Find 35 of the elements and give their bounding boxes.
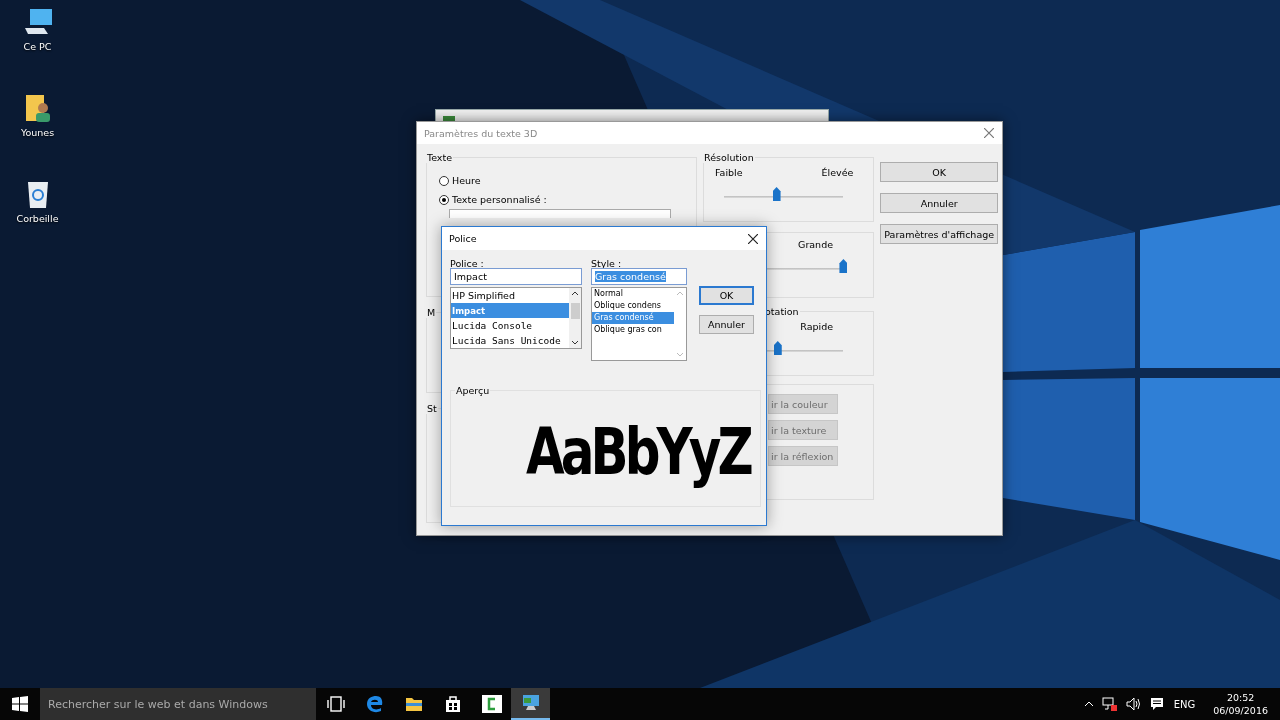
field-label: Police : [450, 258, 485, 270]
slider-label: Grande [798, 239, 834, 250]
slider-label: Faible [715, 167, 743, 178]
group-label: Aperçu [455, 386, 491, 396]
radio-label[interactable]: Texte personnalisé : [452, 194, 547, 205]
list-item[interactable]: Normal [592, 288, 674, 300]
desktop-icon-label[interactable]: Ce PC [23, 41, 52, 52]
dialog-button[interactable]: OK [699, 286, 754, 305]
dialog-button[interactable]: Paramètres d'affichage [880, 224, 998, 244]
group-label: St [426, 403, 438, 414]
list-item[interactable]: Lucida Sans Unicode [451, 333, 569, 348]
slider-label: Élevée [821, 167, 854, 178]
desktop-icon-label[interactable]: Corbeille [16, 213, 59, 224]
search-field[interactable]: Rechercher sur le web et dans Windows [40, 688, 316, 720]
dialog-button[interactable]: Annuler [699, 315, 754, 334]
window-title: Police [449, 233, 477, 244]
field-label: Style : [591, 258, 623, 270]
group-label: Texte [426, 152, 454, 163]
clock[interactable]: 20:52 06/09/2016 [1213, 691, 1268, 717]
group-label: Résolution [703, 152, 755, 163]
list-item[interactable]: HP Simplified [451, 288, 569, 303]
group-label: otation [764, 306, 800, 317]
window-title: Paramètres du texte 3D [424, 127, 538, 139]
group-label: M [426, 307, 437, 318]
input-field[interactable]: Impact [450, 268, 582, 285]
font-sample: AaBbYyZ [526, 415, 750, 489]
list-item[interactable]: Oblique condens [592, 300, 674, 312]
slider-label: Rapide [800, 321, 834, 332]
list-item[interactable]: Oblique gras con [592, 324, 674, 336]
language-indicator[interactable]: ENG [1173, 698, 1196, 710]
dialog-button[interactable]: Annuler [880, 193, 998, 213]
radio-label[interactable]: Heure [452, 175, 481, 186]
list-item[interactable]: Lucida Console [451, 318, 569, 333]
desktop-icon-label[interactable]: Younes [20, 127, 55, 138]
dialog-button[interactable]: OK [880, 162, 998, 182]
